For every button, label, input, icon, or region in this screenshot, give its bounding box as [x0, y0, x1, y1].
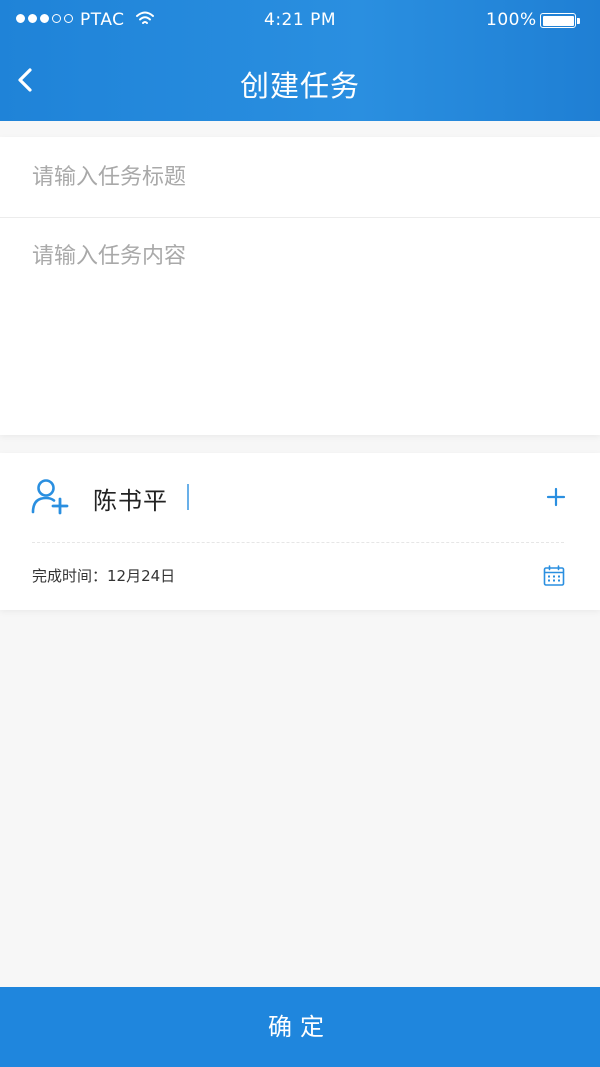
create-task-screen: PTAC 4:21 PM 100% 创建任务 请输入任务标题 请输入任务内容 陈… [0, 0, 600, 1067]
page-title: 创建任务 [239, 69, 360, 103]
calendar-icon[interactable] [542, 564, 566, 588]
divider [32, 542, 564, 543]
battery-percentage: 100% [486, 10, 537, 30]
nav-bar: 创建任务 [0, 41, 600, 121]
battery-tip [577, 18, 580, 24]
confirm-button[interactable]: 确定 [0, 987, 600, 1067]
task-input-card [0, 137, 600, 435]
add-assignee-button[interactable] [540, 481, 572, 513]
task-content-input[interactable] [0, 218, 600, 435]
assignee-card: 陈书平 完成时间：12月24日 [0, 453, 600, 610]
battery-icon [540, 13, 576, 28]
text-cursor [187, 484, 189, 510]
status-bar: PTAC 4:21 PM 100% [0, 0, 600, 41]
assignee-name[interactable]: 陈书平 [93, 481, 168, 516]
battery-level [542, 15, 574, 26]
plus-icon [546, 487, 566, 507]
person-add-icon[interactable] [30, 476, 70, 516]
app-header: PTAC 4:21 PM 100% 创建任务 [0, 0, 600, 121]
task-title-input[interactable] [0, 137, 600, 217]
due-date-label: 完成时间：12月24日 [32, 567, 176, 585]
